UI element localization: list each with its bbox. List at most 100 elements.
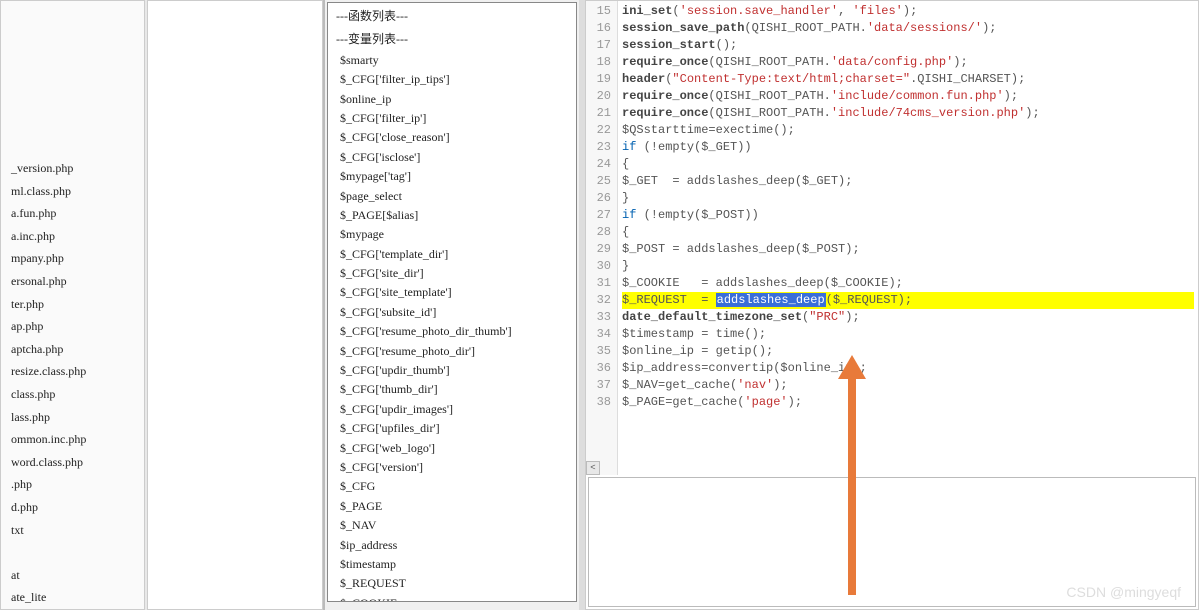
variable-item[interactable]: $_CFG['thumb_dir'] (336, 380, 568, 399)
file-list-panel[interactable]: _version.phpml.class.phpa.fun.phpa.inc.p… (0, 0, 145, 610)
line-number: 23 (588, 139, 611, 156)
variable-item[interactable]: $_CFG['close_reason'] (336, 128, 568, 147)
file-item[interactable]: a.inc.php (7, 225, 138, 248)
file-item[interactable]: aptcha.php (7, 338, 138, 361)
file-item[interactable]: d.php (7, 496, 138, 519)
file-item[interactable]: ap.php (7, 315, 138, 338)
file-item[interactable]: lass.php (7, 406, 138, 429)
code-line[interactable]: $timestamp = time(); (622, 326, 1194, 343)
output-panel[interactable] (588, 477, 1196, 607)
code-line[interactable]: { (622, 224, 1194, 241)
file-item[interactable]: ate_lite (7, 586, 138, 609)
line-number: 25 (588, 173, 611, 190)
variable-item[interactable]: $_CFG['template_dir'] (336, 245, 568, 264)
variable-item[interactable]: $_CFG['site_dir'] (336, 264, 568, 283)
line-gutter: 1516171819202122232425262728293031323334… (586, 1, 618, 475)
variable-item[interactable]: $_CFG['web_logo'] (336, 439, 568, 458)
root-layout: _version.phpml.class.phpa.fun.phpa.inc.p… (0, 0, 1199, 610)
variable-item[interactable]: $_CFG['subsite_id'] (336, 303, 568, 322)
file-item[interactable]: ommon.inc.php (7, 428, 138, 451)
line-number: 17 (588, 37, 611, 54)
line-number: 18 (588, 54, 611, 71)
code-line[interactable]: $_NAV=get_cache('nav'); (622, 377, 1194, 394)
variable-item[interactable]: $_CFG['resume_photo_dir'] (336, 342, 568, 361)
code-line[interactable]: ini_set('session.save_handler', 'files')… (622, 3, 1194, 20)
line-number: 16 (588, 20, 611, 37)
code-line[interactable]: $online_ip = getip(); (622, 343, 1194, 360)
code-line[interactable]: $_REQUEST = addslashes_deep($_REQUEST); (622, 292, 1194, 309)
code-line[interactable]: require_once(QISHI_ROOT_PATH.'data/confi… (622, 54, 1194, 71)
file-item[interactable]: .php (7, 473, 138, 496)
variable-item[interactable]: $_CFG['updir_images'] (336, 400, 568, 419)
variable-item[interactable]: $_CFG (336, 477, 568, 496)
code-line[interactable]: if (!empty($_GET)) (622, 139, 1194, 156)
line-number: 19 (588, 71, 611, 88)
file-item[interactable]: resize.class.php (7, 360, 138, 383)
variable-item[interactable]: $_CFG['site_template'] (336, 283, 568, 302)
file-item[interactable]: txt (7, 519, 138, 542)
variable-item[interactable]: $mypage (336, 225, 568, 244)
code-editor[interactable]: 1516171819202122232425262728293031323334… (585, 0, 1199, 610)
line-number: 33 (588, 309, 611, 326)
code-line[interactable]: $ip_address=convertip($online_ip); (622, 360, 1194, 377)
file-item[interactable]: a.fun.php (7, 202, 138, 225)
line-number: 34 (588, 326, 611, 343)
var-list-header: ---变量列表--- (332, 30, 572, 49)
variable-item[interactable]: $_CFG['isclose'] (336, 148, 568, 167)
line-number: 27 (588, 207, 611, 224)
variable-item[interactable]: $timestamp (336, 555, 568, 574)
code-line[interactable]: $_POST = addslashes_deep($_POST); (622, 241, 1194, 258)
variable-panel[interactable]: ---函数列表--- ---变量列表--- $smarty$_CFG['filt… (327, 2, 577, 602)
code-line[interactable]: } (622, 190, 1194, 207)
file-item[interactable] (7, 541, 138, 564)
line-number: 36 (588, 360, 611, 377)
file-item[interactable]: ter.php (7, 293, 138, 316)
code-line[interactable]: $_COOKIE = addslashes_deep($_COOKIE); (622, 275, 1194, 292)
code-line[interactable]: $_GET = addslashes_deep($_GET); (622, 173, 1194, 190)
code-line[interactable]: $_PAGE=get_cache('page'); (622, 394, 1194, 411)
variable-item[interactable]: $_CFG['resume_photo_dir_thumb'] (336, 322, 568, 341)
variable-item[interactable]: $smarty (336, 51, 568, 70)
line-number: 38 (588, 394, 611, 411)
code-line[interactable]: if (!empty($_POST)) (622, 207, 1194, 224)
file-item[interactable]: _version.php (7, 157, 138, 180)
func-list-header: ---函数列表--- (332, 7, 572, 26)
code-line[interactable]: { (622, 156, 1194, 173)
variable-item[interactable]: $_CFG['updir_thumb'] (336, 361, 568, 380)
variable-item[interactable]: $mypage['tag'] (336, 167, 568, 186)
code-line[interactable]: } (622, 258, 1194, 275)
file-item[interactable]: class.php (7, 383, 138, 406)
code-line[interactable]: $QSstarttime=exectime(); (622, 122, 1194, 139)
line-number: 21 (588, 105, 611, 122)
file-item[interactable]: ml.class.php (7, 180, 138, 203)
variable-item[interactable]: $_COOKIE (336, 594, 568, 602)
variable-item[interactable]: $_CFG['filter_ip'] (336, 109, 568, 128)
scroll-left-button[interactable]: < (586, 461, 600, 475)
code-area[interactable]: ini_set('session.save_handler', 'files')… (618, 1, 1198, 475)
variable-item[interactable]: $_CFG['version'] (336, 458, 568, 477)
file-item[interactable]: at (7, 564, 138, 587)
code-line[interactable]: session_save_path(QISHI_ROOT_PATH.'data/… (622, 20, 1194, 37)
variable-item[interactable]: $_CFG['filter_ip_tips'] (336, 70, 568, 89)
variable-item[interactable]: $_PAGE (336, 497, 568, 516)
variable-item[interactable]: $ip_address (336, 536, 568, 555)
code-line[interactable]: require_once(QISHI_ROOT_PATH.'include/74… (622, 105, 1194, 122)
variable-item[interactable]: $_CFG['upfiles_dir'] (336, 419, 568, 438)
line-number: 20 (588, 88, 611, 105)
code-line[interactable]: require_once(QISHI_ROOT_PATH.'include/co… (622, 88, 1194, 105)
variable-item[interactable]: $_REQUEST (336, 574, 568, 593)
variable-item[interactable]: $_NAV (336, 516, 568, 535)
variable-item[interactable]: $_PAGE[$alias] (336, 206, 568, 225)
code-line[interactable]: date_default_timezone_set("PRC"); (622, 309, 1194, 326)
code-line[interactable]: session_start(); (622, 37, 1194, 54)
variable-item[interactable]: $page_select (336, 187, 568, 206)
variable-item[interactable]: $online_ip (336, 90, 568, 109)
line-number: 15 (588, 3, 611, 20)
line-number: 35 (588, 343, 611, 360)
file-item[interactable]: mpany.php (7, 247, 138, 270)
code-line[interactable]: header("Content-Type:text/html;charset="… (622, 71, 1194, 88)
file-item[interactable]: word.class.php (7, 451, 138, 474)
line-number: 24 (588, 156, 611, 173)
file-item[interactable]: ersonal.php (7, 270, 138, 293)
line-number: 32 (588, 292, 611, 309)
